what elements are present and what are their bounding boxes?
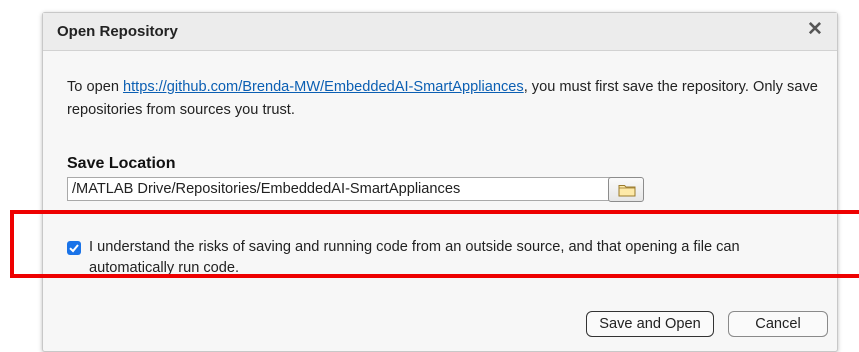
risk-checkbox[interactable] bbox=[67, 241, 81, 255]
browse-folder-button[interactable] bbox=[608, 177, 644, 202]
close-icon[interactable]: ✕ bbox=[805, 20, 825, 40]
save-and-open-button[interactable]: Save and Open bbox=[586, 311, 714, 337]
save-location-label: Save Location bbox=[67, 155, 176, 172]
cancel-button[interactable]: Cancel bbox=[728, 311, 828, 337]
checkmark-icon bbox=[69, 244, 79, 253]
dialog-message: To open https://github.com/Brenda-MW/Emb… bbox=[67, 76, 827, 122]
dialog-titlebar: Open Repository ✕ bbox=[43, 13, 837, 51]
risk-checkbox-label[interactable]: I understand the risks of saving and run… bbox=[89, 237, 809, 279]
folder-icon bbox=[618, 185, 636, 197]
open-repository-dialog: Open Repository ✕ To open https://github… bbox=[42, 12, 838, 352]
save-location-input[interactable] bbox=[67, 177, 613, 201]
message-prefix: To open bbox=[67, 79, 123, 95]
dialog-title: Open Repository bbox=[57, 23, 178, 40]
repository-link[interactable]: https://github.com/Brenda-MW/EmbeddedAI-… bbox=[123, 79, 524, 95]
